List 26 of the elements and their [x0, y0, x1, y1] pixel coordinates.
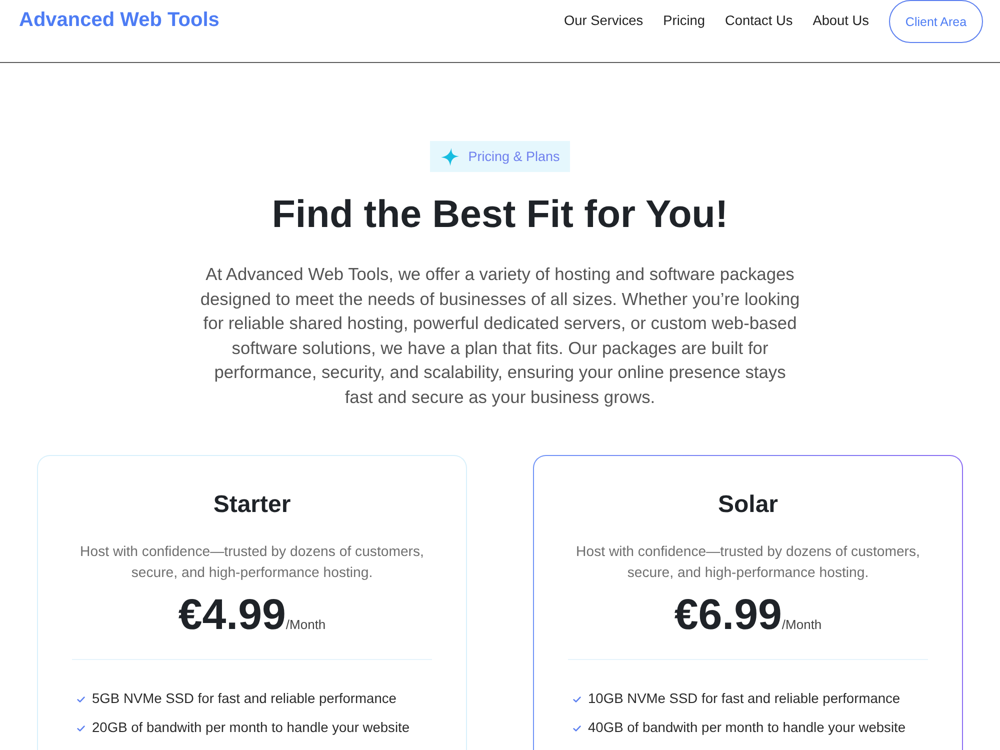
plan-name: Solar: [716, 491, 780, 519]
plan-price: €4.99: [178, 592, 286, 639]
nav-link[interactable]: About Us: [812, 13, 869, 28]
sparkle-icon: [441, 148, 460, 166]
price-period: /Month: [782, 617, 822, 632]
feature-text: 10GB NVMe SSD for fast and reliable performance: [588, 690, 900, 708]
nav-link[interactable]: Our Services: [564, 13, 644, 28]
intro-paragraph: At Advanced Web Tools, we offer a variety of hosting and software packages designed to meet the needs of businesses of all sizes. Whether you’re looking for reliable shared hosting, powerful dedicated servers, or custom web-based software solutions, we have a plan that fits. Our packages are built for performance, security, and scalability, ensuring your online presence stays fast and secure as your business grows.: [199, 263, 801, 409]
feature-text: 20GB of bandwith per month to handle your website: [92, 719, 410, 737]
plan-price: €6.99: [674, 592, 782, 639]
plan-description: Host with confidence—trusted by dozens of customers, secure, and high-performance hosting.: [575, 542, 921, 582]
feature-text: 5GB NVMe SSD for fast and reliable performance: [92, 690, 396, 708]
nav-link[interactable]: Pricing: [663, 13, 705, 28]
badge-label: Pricing & Plans: [468, 149, 560, 164]
check-icon: [77, 724, 85, 732]
plan-name: Starter: [212, 491, 292, 519]
page-heading: Find the Best Fit for You!: [272, 192, 728, 238]
client-area-button[interactable]: Client Area: [889, 0, 983, 43]
check-icon: [77, 696, 85, 702]
nav-link[interactable]: Contact Us: [724, 13, 793, 28]
site-logo[interactable]: Advanced Web Tools: [19, 8, 220, 32]
check-icon: [573, 696, 581, 702]
feature-text: 40GB of bandwith per month to handle your website: [588, 719, 906, 737]
check-icon: [573, 724, 581, 732]
plan-description: Host with confidence—trusted by dozens of customers, secure, and high-performance hosting.: [79, 542, 425, 582]
price-period: /Month: [286, 617, 326, 632]
